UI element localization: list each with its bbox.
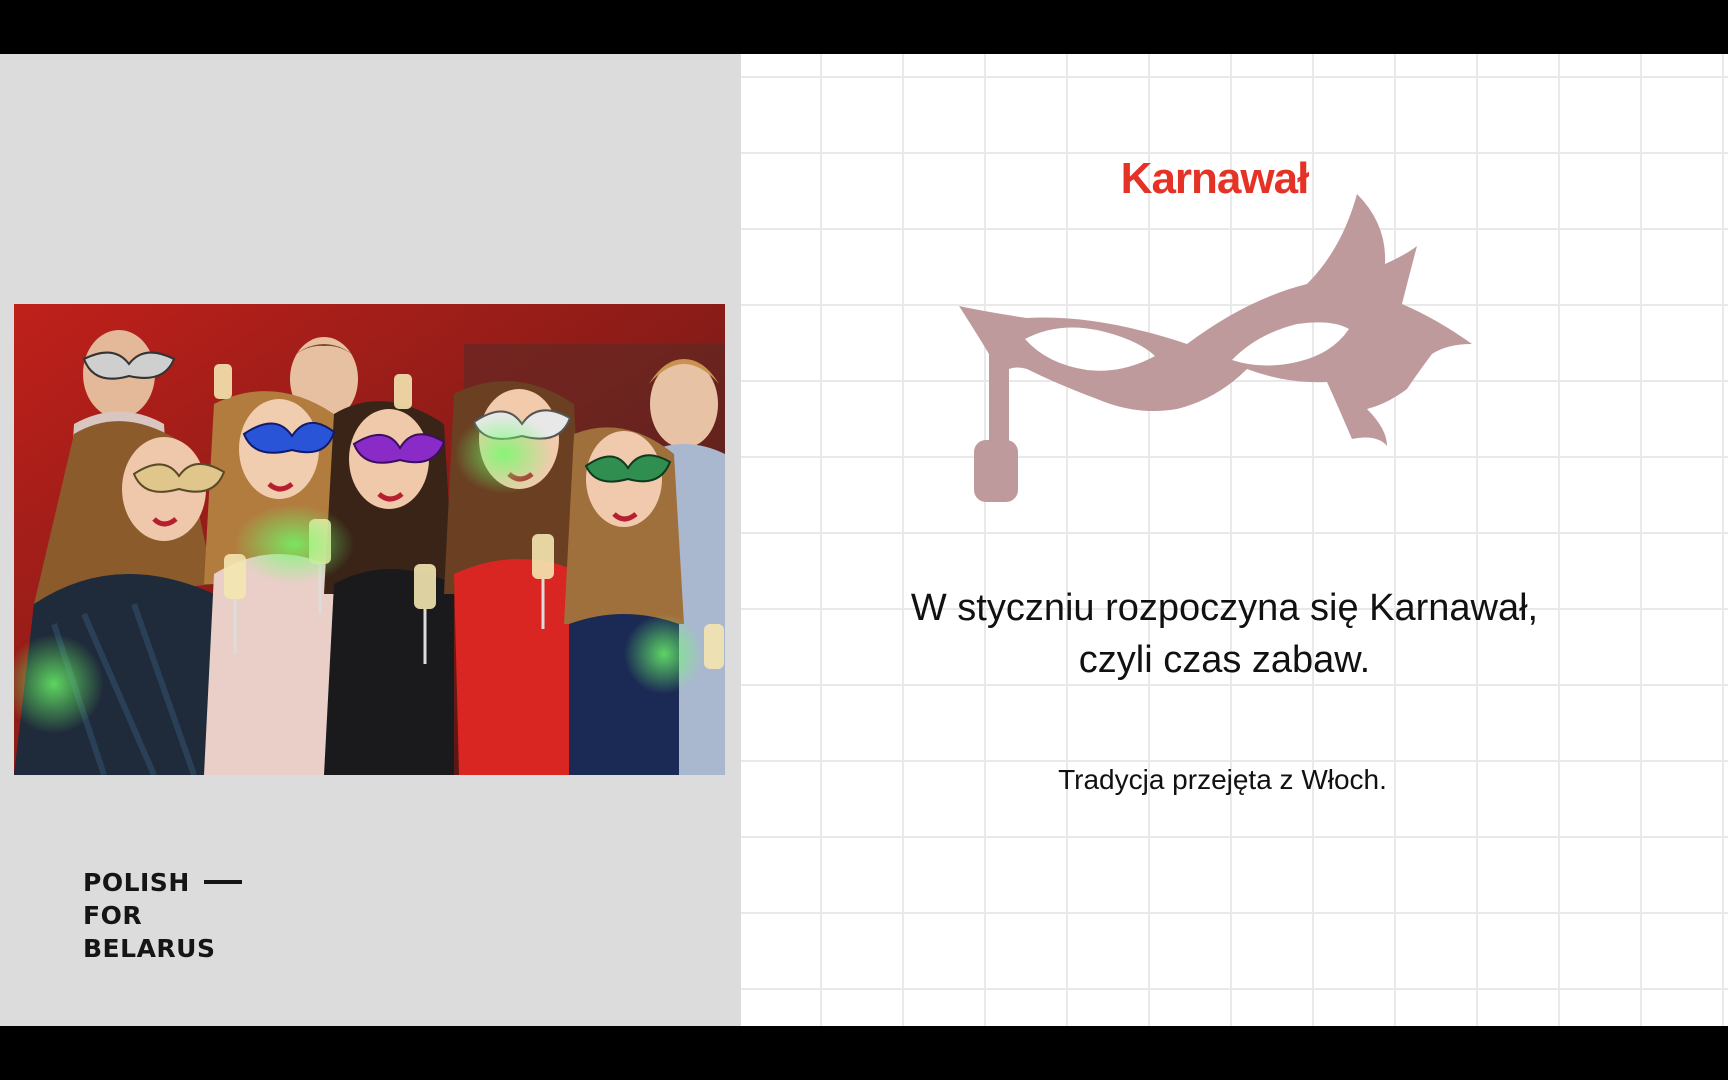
letterbox-top <box>0 0 1728 54</box>
main-text: W styczniu rozpoczyna się Karnawał, czyl… <box>741 582 1728 686</box>
sub-text: Tradycja przejęta z Włoch. <box>741 764 1728 796</box>
brand-line-1: POLISH <box>83 868 190 897</box>
main-text-line-2: czyli czas zabaw. <box>1078 639 1371 681</box>
brand-line-2: FOR <box>83 901 143 930</box>
sub-text-line: Tradycja przejęta z Włoch. <box>1058 764 1387 795</box>
right-panel: Karnawał W styczniu rozpoczyna się Karna… <box>741 54 1728 1026</box>
brand-line-3: BELARUS <box>83 934 216 963</box>
main-text-line-1: W styczniu rozpoczyna się Karnawał, <box>910 587 1539 629</box>
brand-dash <box>203 880 242 884</box>
slide: POLISH FOR BELARUS Karnawał W styczniu r… <box>0 54 1728 1026</box>
left-panel: POLISH FOR BELARUS <box>0 54 741 1026</box>
letterbox-bottom <box>0 1026 1728 1080</box>
carnival-mask-icon <box>947 194 1547 524</box>
brand-logo: POLISH FOR BELARUS <box>83 866 242 965</box>
party-photo <box>14 304 725 775</box>
